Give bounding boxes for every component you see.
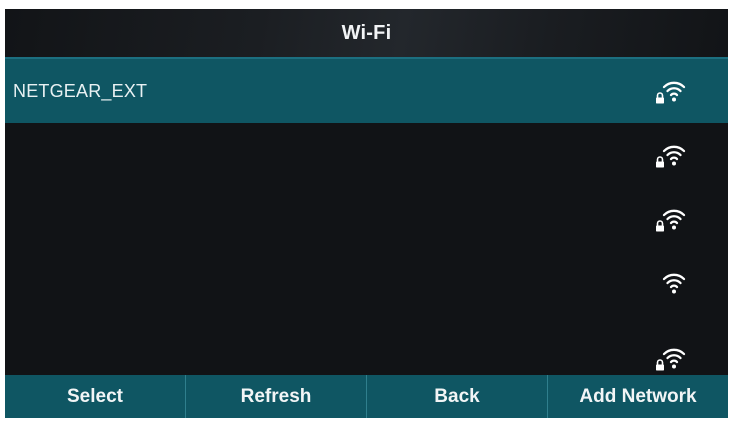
network-name: NETGEAR_EXT [13, 80, 148, 101]
network-item[interactable] [5, 187, 728, 251]
add-network-button[interactable]: Add Network [547, 375, 728, 418]
phone-screen: Wi-Fi NETGEAR_EXT Select Refresh Back Ad… [5, 9, 728, 418]
network-item[interactable] [5, 123, 728, 187]
page-title: Wi-Fi [341, 21, 392, 44]
wifi-locked-icon [656, 209, 686, 232]
network-item[interactable]: NETGEAR_EXT [5, 59, 728, 123]
select-button[interactable]: Select [5, 375, 185, 418]
wifi-locked-icon [656, 348, 686, 371]
title-bar: Wi-Fi [5, 9, 728, 59]
network-item[interactable] [5, 315, 728, 375]
wifi-locked-icon [656, 145, 686, 168]
wifi-locked-icon [656, 81, 686, 104]
network-list: NETGEAR_EXT [5, 59, 728, 375]
back-button[interactable]: Back [366, 375, 547, 418]
wifi-icon [662, 273, 686, 294]
network-item[interactable] [5, 251, 728, 315]
refresh-button[interactable]: Refresh [185, 375, 366, 418]
softkey-bar: Select Refresh Back Add Network [5, 375, 728, 418]
